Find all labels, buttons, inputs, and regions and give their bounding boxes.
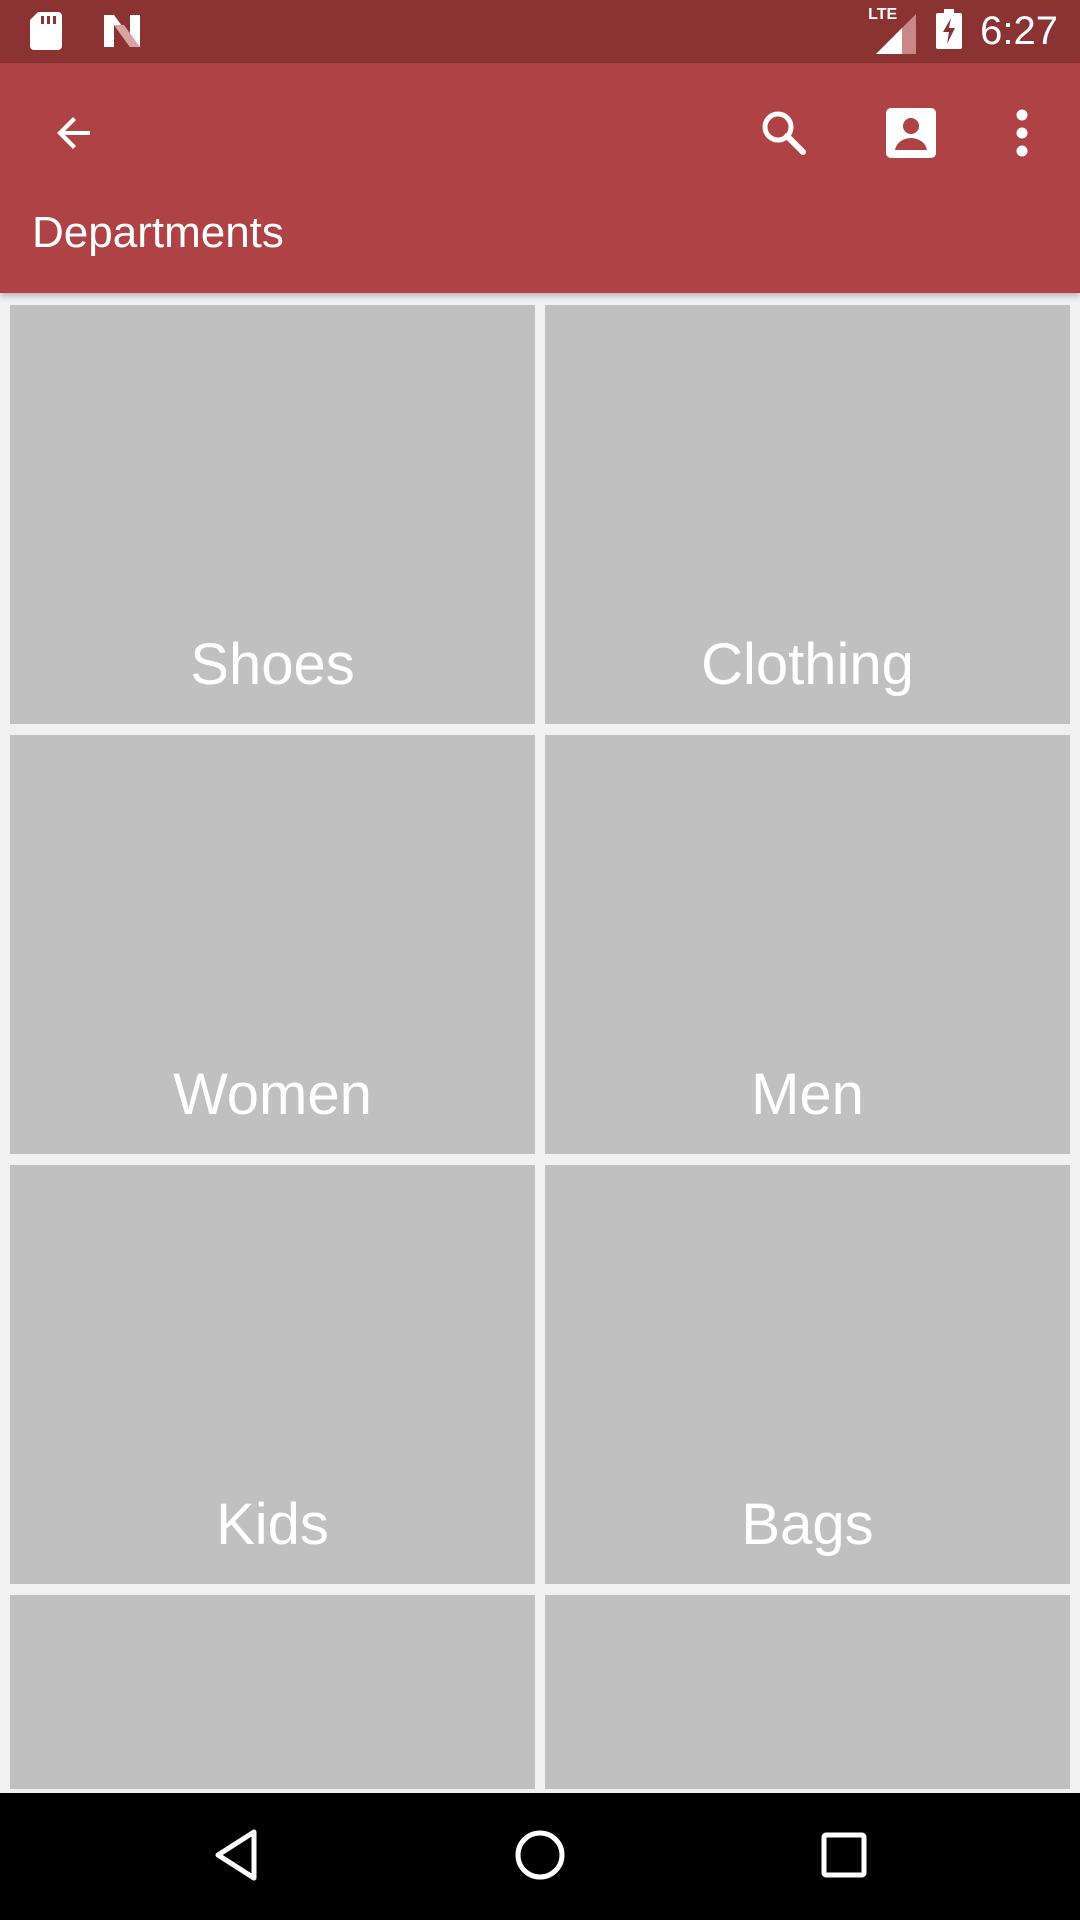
back-arrow-icon [50, 109, 98, 162]
nav-home-button[interactable] [498, 1815, 582, 1899]
battery-charging-icon [936, 8, 963, 54]
nav-recents-icon [820, 1831, 868, 1884]
department-label: Kids [216, 1492, 329, 1557]
back-button[interactable] [34, 95, 114, 175]
nav-recents-button[interactable] [802, 1815, 886, 1899]
department-tile-partial-2[interactable] [545, 1595, 1070, 1789]
lte-label: LTE [868, 6, 898, 23]
account-button[interactable] [871, 95, 951, 175]
department-tile-clothing[interactable]: Clothing [545, 305, 1070, 724]
department-tile-women[interactable]: Women [10, 735, 535, 1154]
department-tile-shoes[interactable]: Shoes [10, 305, 535, 724]
n-notification-icon [102, 13, 142, 54]
status-left-icons [30, 12, 142, 55]
lte-signal-icon: LTE [868, 6, 918, 54]
system-nav-bar [0, 1793, 1080, 1920]
more-vert-icon [1014, 109, 1030, 162]
nav-back-button[interactable] [194, 1815, 278, 1899]
sd-card-icon [30, 12, 62, 55]
department-label: Clothing [701, 632, 914, 697]
status-time: 6:27 [980, 9, 1058, 53]
department-tile-partial-1[interactable] [10, 1595, 535, 1789]
app-bar: Departments [0, 63, 1080, 293]
department-label: Men [751, 1062, 864, 1127]
more-options-button[interactable] [982, 95, 1062, 175]
account-box-icon [886, 107, 936, 163]
department-label: Bags [741, 1492, 874, 1557]
page-title: Departments [32, 208, 284, 257]
status-bar: LTE 6:27 [0, 0, 1080, 63]
nav-back-icon [212, 1828, 260, 1887]
department-label: Women [173, 1062, 372, 1127]
department-tile-kids[interactable]: Kids [10, 1165, 535, 1584]
department-tile-men[interactable]: Men [545, 735, 1070, 1154]
department-label: Shoes [190, 632, 355, 697]
status-right-icons: LTE 6:27 [868, 6, 1058, 54]
departments-grid: Shoes Clothing Women Men Kids Bags [10, 305, 1070, 1789]
department-tile-bags[interactable]: Bags [545, 1165, 1070, 1584]
search-button[interactable] [744, 95, 824, 175]
search-icon [758, 107, 810, 164]
nav-home-icon [514, 1829, 566, 1886]
